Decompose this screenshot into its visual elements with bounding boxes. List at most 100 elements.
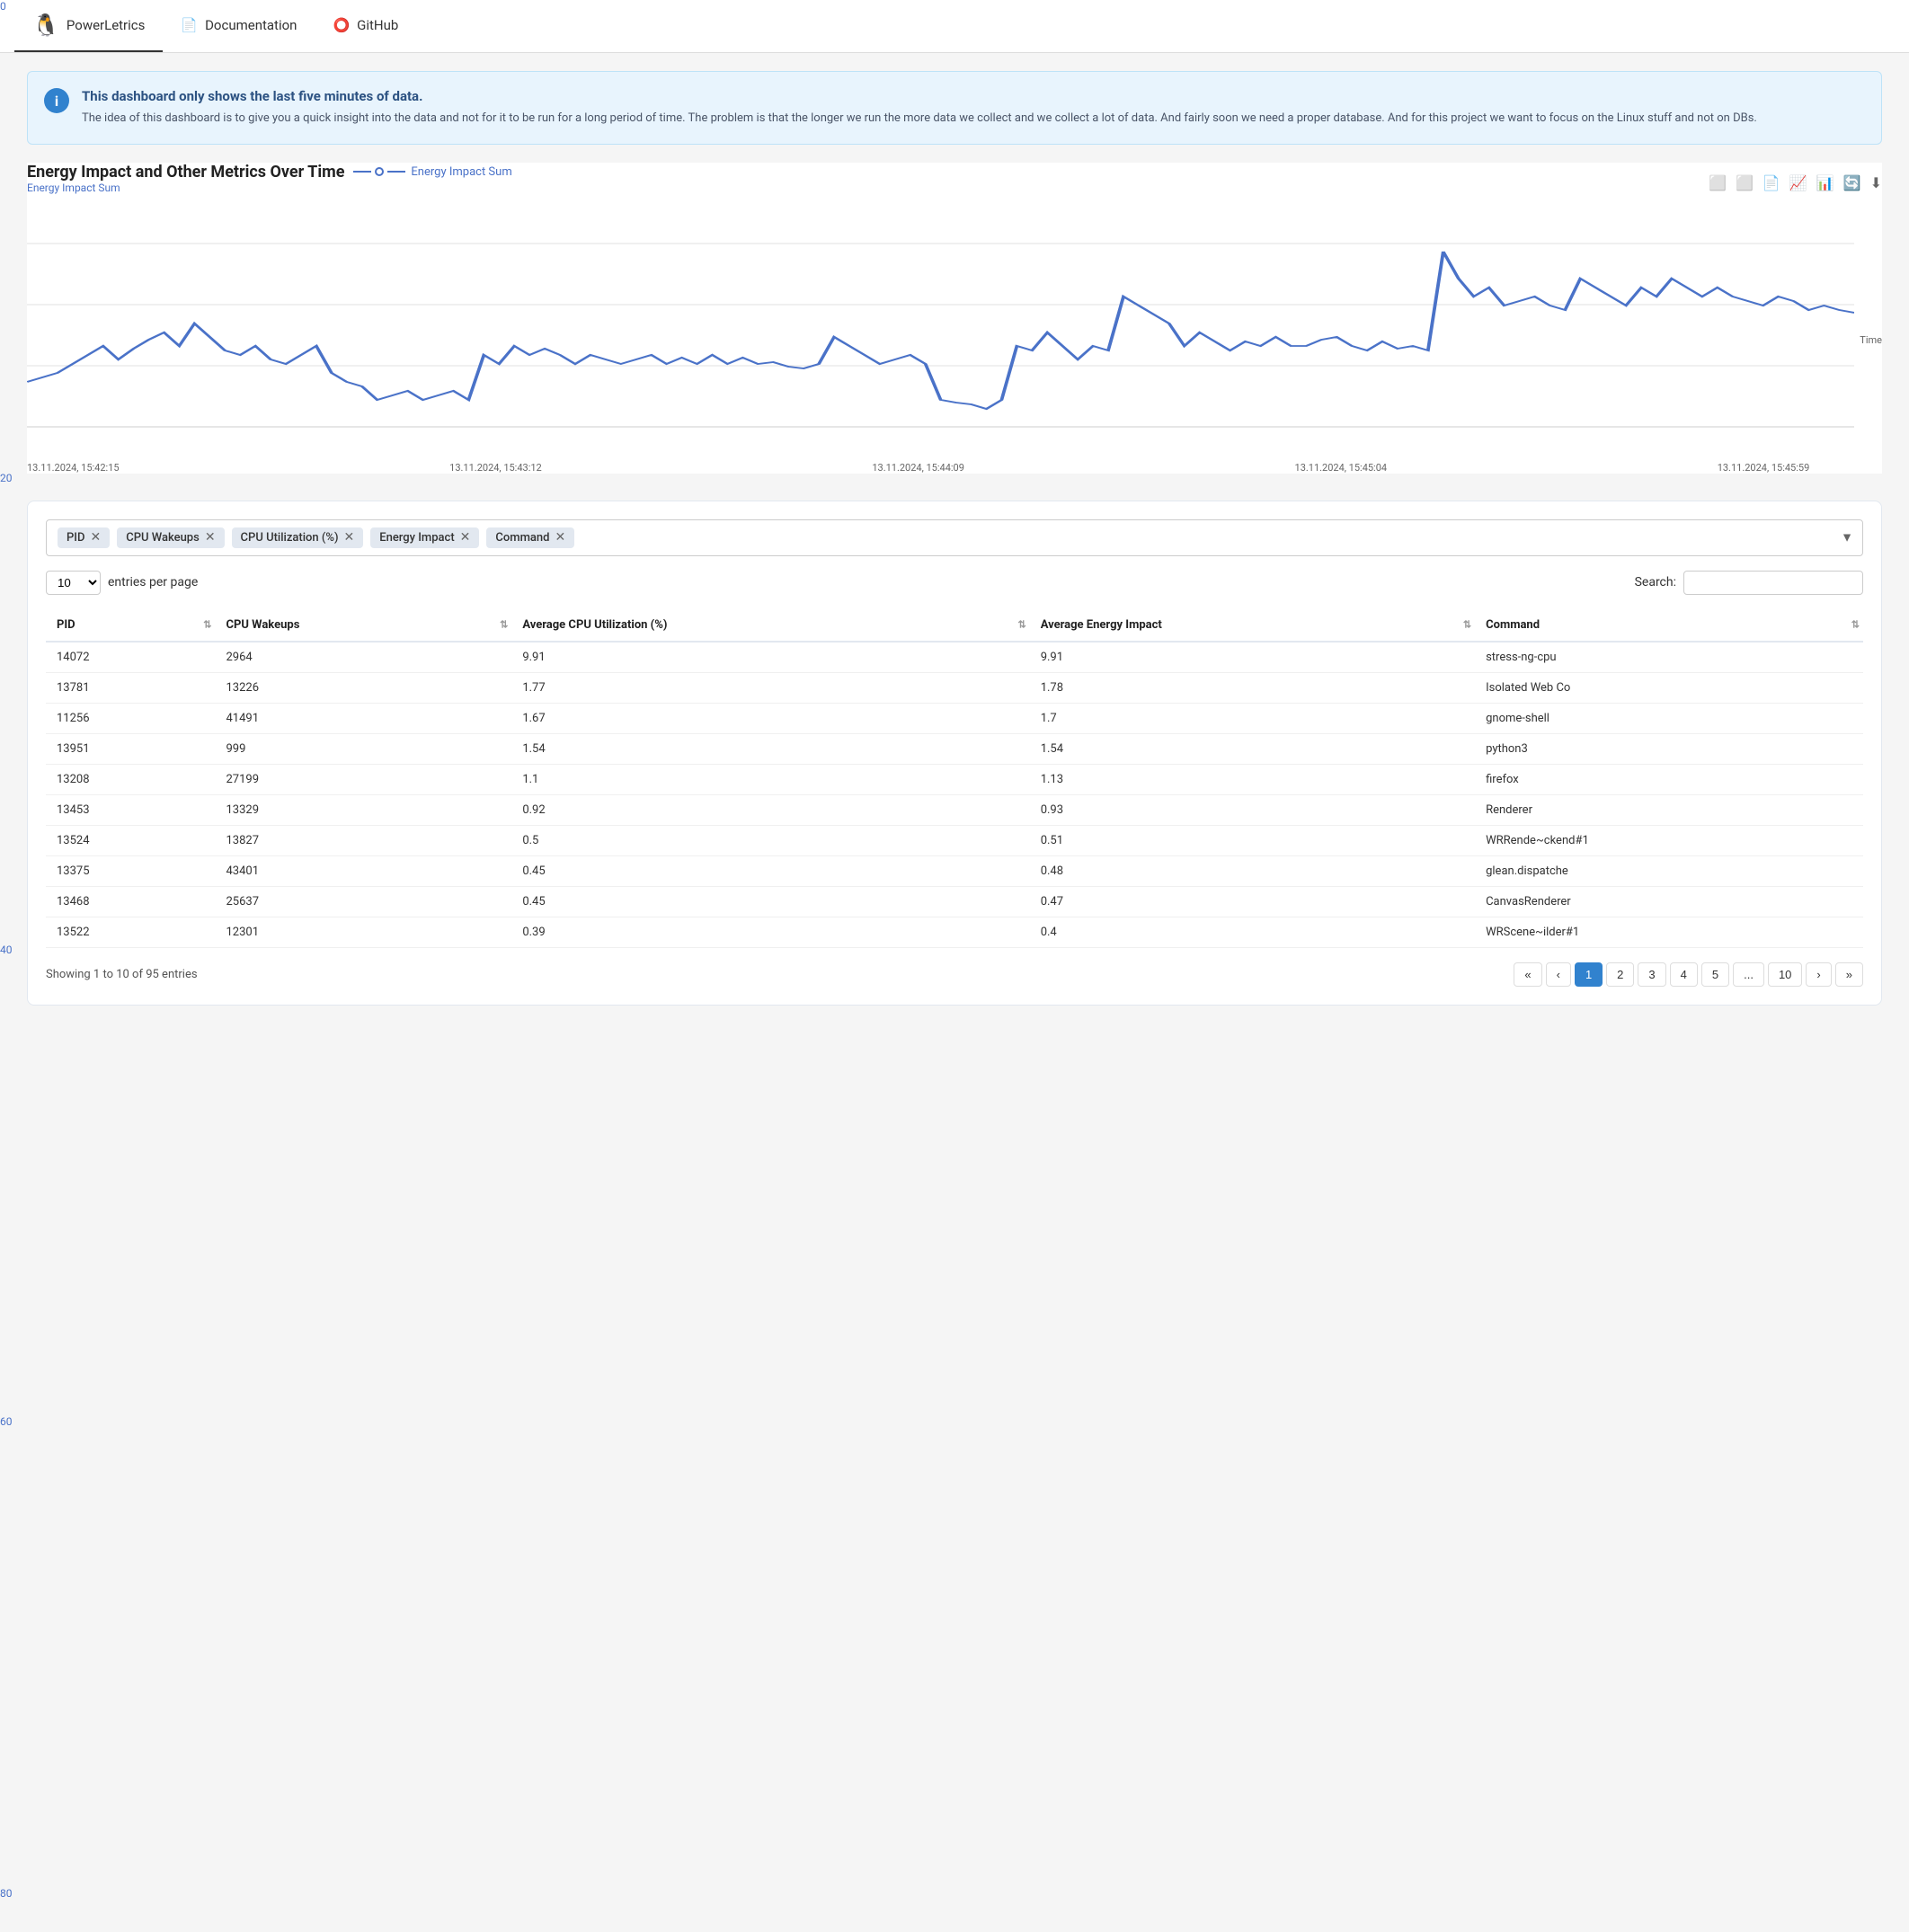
cell-avg_energy: 0.51 bbox=[1030, 825, 1475, 855]
chip-cpu-wakeups-close[interactable]: ✕ bbox=[205, 531, 216, 544]
pagination-info: Showing 1 to 10 of 95 entries «‹12345...… bbox=[46, 962, 1863, 987]
chart-title-group: Energy Impact and Other Metrics Over Tim… bbox=[27, 163, 512, 203]
page-btn-...[interactable]: ... bbox=[1733, 962, 1764, 987]
search-input[interactable] bbox=[1683, 571, 1863, 595]
col-header-cpu-wakeups[interactable]: CPU Wakeups ⇅ bbox=[215, 609, 511, 642]
cell-avg_cpu: 1.1 bbox=[511, 764, 1029, 794]
col-header-pid[interactable]: PID ⇅ bbox=[46, 609, 215, 642]
cell-pid: 13375 bbox=[46, 855, 215, 886]
sort-icon-command: ⇅ bbox=[1851, 619, 1860, 631]
chart-legend-label: Energy Impact Sum bbox=[411, 165, 511, 179]
cell-avg_cpu: 1.77 bbox=[511, 672, 1029, 703]
cell-command: Renderer bbox=[1475, 794, 1863, 825]
chip-energy-impact-close[interactable]: ✕ bbox=[460, 531, 471, 544]
filter-dropdown-button[interactable]: ▼ bbox=[1841, 530, 1853, 545]
cell-cpu_wakeups: 13226 bbox=[215, 672, 511, 703]
pagination-buttons: «‹12345...10›» bbox=[1514, 962, 1863, 987]
page-btn-2[interactable]: 2 bbox=[1606, 962, 1634, 987]
col-header-command[interactable]: Command ⇅ bbox=[1475, 609, 1863, 642]
cell-command: gnome-shell bbox=[1475, 703, 1863, 733]
github-icon: ⭕ bbox=[333, 17, 350, 33]
table-section: PID ✕ CPU Wakeups ✕ CPU Utilization (%) … bbox=[27, 501, 1882, 1006]
documentation-icon: 📄 bbox=[181, 17, 198, 33]
table-row: 11256414911.671.7gnome-shell bbox=[46, 703, 1863, 733]
page-btn-10[interactable]: 10 bbox=[1768, 962, 1802, 987]
table-controls: 10 25 50 100 entries per page Search: bbox=[46, 571, 1863, 595]
cell-pid: 13468 bbox=[46, 886, 215, 917]
sort-icon-cpu-wakeups: ⇅ bbox=[500, 619, 508, 631]
cell-pid: 13453 bbox=[46, 794, 215, 825]
cell-command: stress-ng-cpu bbox=[1475, 642, 1863, 673]
cell-avg_energy: 1.78 bbox=[1030, 672, 1475, 703]
entries-per-page-select[interactable]: 10 25 50 100 bbox=[46, 571, 101, 595]
cell-command: WRScene~ilder#1 bbox=[1475, 917, 1863, 947]
cell-command: WRRende~ckend#1 bbox=[1475, 825, 1863, 855]
cell-cpu_wakeups: 2964 bbox=[215, 642, 511, 673]
col-header-avg-energy[interactable]: Average Energy Impact ⇅ bbox=[1030, 609, 1475, 642]
time-axis-label: Time bbox=[1860, 334, 1882, 346]
chart-legend: Energy Impact Sum bbox=[353, 165, 511, 179]
chip-cpu-util-label: CPU Utilization (%) bbox=[241, 531, 339, 545]
chip-cpu-util-close[interactable]: ✕ bbox=[344, 531, 355, 544]
chip-energy-impact-label: Energy Impact bbox=[379, 531, 454, 545]
toolbar-barchart-icon[interactable]: 📊 bbox=[1816, 174, 1834, 191]
toolbar-download-icon[interactable]: ⬇ bbox=[1870, 174, 1882, 191]
nav-tab-github[interactable]: ⭕ GitHub bbox=[315, 4, 416, 48]
page-btn-›[interactable]: › bbox=[1806, 962, 1831, 987]
toolbar-doc-icon[interactable]: 📄 bbox=[1762, 174, 1780, 191]
page-btn-4[interactable]: 4 bbox=[1670, 962, 1698, 987]
sort-icon-avg-cpu: ⇅ bbox=[1017, 619, 1026, 631]
page-btn-5[interactable]: 5 bbox=[1701, 962, 1729, 987]
table-row: 13781132261.771.78Isolated Web Co bbox=[46, 672, 1863, 703]
nav-tab-powerletrics[interactable]: 🐧 PowerLetrics bbox=[14, 0, 163, 52]
cell-avg_energy: 1.7 bbox=[1030, 703, 1475, 733]
toolbar-refresh-icon[interactable]: 🔄 bbox=[1843, 174, 1861, 191]
table-row: 1407229649.919.91stress-ng-cpu bbox=[46, 642, 1863, 673]
chart-header: Energy Impact and Other Metrics Over Tim… bbox=[27, 163, 1882, 203]
chart-svg bbox=[27, 207, 1854, 458]
cell-avg_energy: 0.93 bbox=[1030, 794, 1475, 825]
cell-avg_cpu: 0.45 bbox=[511, 855, 1029, 886]
cell-avg_energy: 1.54 bbox=[1030, 733, 1475, 764]
toolbar-linechart-icon[interactable]: 📈 bbox=[1789, 174, 1807, 191]
cell-avg_cpu: 1.67 bbox=[511, 703, 1029, 733]
entries-control: 10 25 50 100 entries per page bbox=[46, 571, 198, 595]
toolbar-expand-icon[interactable]: ⬜ bbox=[1709, 174, 1727, 191]
table-row: 13453133290.920.93Renderer bbox=[46, 794, 1863, 825]
x-label-0: 13.11.2024, 15:42:15 bbox=[27, 462, 120, 474]
col-header-avg-cpu[interactable]: Average CPU Utilization (%) ⇅ bbox=[511, 609, 1029, 642]
cell-command: firefox bbox=[1475, 764, 1863, 794]
cell-cpu_wakeups: 13329 bbox=[215, 794, 511, 825]
x-label-1: 13.11.2024, 15:43:12 bbox=[449, 462, 542, 474]
nav-bar: 🐧 PowerLetrics 📄 Documentation ⭕ GitHub bbox=[0, 0, 1909, 53]
cell-cpu_wakeups: 43401 bbox=[215, 855, 511, 886]
cell-avg_energy: 0.48 bbox=[1030, 855, 1475, 886]
x-label-4: 13.11.2024, 15:45:59 bbox=[1718, 462, 1810, 474]
cell-cpu_wakeups: 25637 bbox=[215, 886, 511, 917]
cell-cpu_wakeups: 12301 bbox=[215, 917, 511, 947]
nav-tab-documentation[interactable]: 📄 Documentation bbox=[163, 4, 315, 48]
cell-avg_cpu: 0.5 bbox=[511, 825, 1029, 855]
page-btn-»[interactable]: » bbox=[1835, 962, 1863, 987]
cell-avg_cpu: 1.54 bbox=[511, 733, 1029, 764]
page-btn-«[interactable]: « bbox=[1514, 962, 1541, 987]
banner-title: This dashboard only shows the last five … bbox=[82, 88, 1863, 104]
cell-command: CanvasRenderer bbox=[1475, 886, 1863, 917]
nav-tab-documentation-label: Documentation bbox=[205, 17, 297, 33]
page-btn-‹[interactable]: ‹ bbox=[1546, 962, 1571, 987]
data-table: PID ⇅ CPU Wakeups ⇅ Average CPU Utilizat… bbox=[46, 609, 1863, 948]
chip-cpu-util: CPU Utilization (%) ✕ bbox=[232, 527, 364, 548]
chip-cpu-wakeups: CPU Wakeups ✕ bbox=[117, 527, 224, 548]
cell-cpu_wakeups: 27199 bbox=[215, 764, 511, 794]
page-btn-1[interactable]: 1 bbox=[1575, 962, 1603, 987]
chart-subtitle: Energy Impact Sum bbox=[27, 182, 512, 194]
chip-command-close[interactable]: ✕ bbox=[555, 531, 565, 544]
banner-text: The idea of this dashboard is to give yo… bbox=[82, 110, 1863, 128]
toolbar-shrink-icon[interactable]: ⬜ bbox=[1736, 174, 1754, 191]
cell-pid: 13524 bbox=[46, 825, 215, 855]
entries-per-page-label: entries per page bbox=[108, 575, 198, 589]
pagination-showing-text: Showing 1 to 10 of 95 entries bbox=[46, 968, 198, 981]
x-label-3: 13.11.2024, 15:45:04 bbox=[1295, 462, 1388, 474]
page-btn-3[interactable]: 3 bbox=[1638, 962, 1665, 987]
chip-pid-close[interactable]: ✕ bbox=[90, 531, 101, 544]
